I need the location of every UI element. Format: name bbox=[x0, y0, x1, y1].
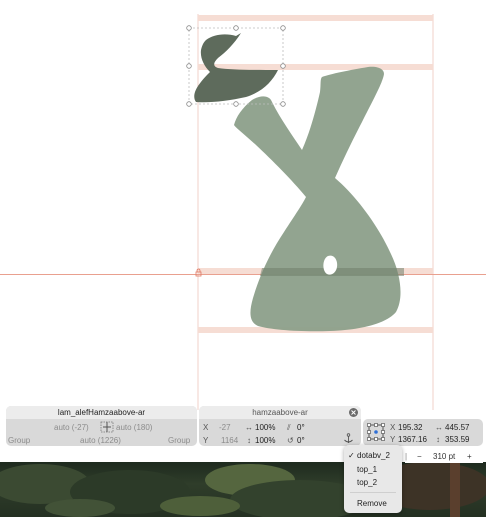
zoom-out-button[interactable]: − bbox=[417, 451, 422, 463]
transform-x-label: X bbox=[390, 423, 396, 432]
anchor-menu-check-icon: ✓ bbox=[348, 451, 355, 460]
link-metrics-icon[interactable] bbox=[100, 421, 114, 435]
scale-x-icon: ↔ bbox=[245, 423, 253, 432]
component-y-value[interactable]: 1164 bbox=[221, 436, 238, 445]
zoom-level[interactable]: 310 pt bbox=[433, 451, 455, 463]
desktop-background bbox=[0, 462, 486, 517]
transform-height-value[interactable]: 353.59 bbox=[445, 435, 469, 444]
transform-y-label: Y bbox=[390, 435, 396, 444]
anchor-menu: ✓ dotabv_2 top_1 top_2 Remove bbox=[344, 445, 402, 513]
glyph-name[interactable]: lam_alefHamzaabove-ar bbox=[6, 406, 197, 419]
slant-value[interactable]: 0° bbox=[297, 423, 305, 432]
right-group-label[interactable]: Group bbox=[168, 436, 190, 445]
component-x-value[interactable]: -27 bbox=[219, 423, 231, 432]
bounding-box-icon[interactable] bbox=[366, 422, 386, 444]
zoom-in-button[interactable]: + bbox=[467, 451, 472, 463]
cap-height-metric-band bbox=[198, 64, 433, 70]
left-group-label[interactable]: Group bbox=[8, 436, 30, 445]
anchor-menu-remove[interactable]: Remove bbox=[357, 499, 387, 508]
close-icon[interactable] bbox=[349, 408, 358, 419]
lam-alef-outline[interactable] bbox=[234, 66, 401, 332]
component-y-label: Y bbox=[203, 436, 209, 445]
height-icon: ↕ bbox=[436, 435, 440, 444]
zoombar-divider: | bbox=[405, 452, 408, 461]
scale-x-value[interactable]: 100% bbox=[255, 423, 275, 432]
transform-y-value[interactable]: 1367.16 bbox=[398, 435, 427, 444]
left-sidebearing-value[interactable]: auto (-27) bbox=[54, 423, 89, 432]
right-sidebearing-value[interactable]: auto (180) bbox=[116, 423, 152, 432]
anchor-menu-item-dotabv-2[interactable]: dotabv_2 bbox=[357, 451, 390, 460]
advance-width-value[interactable]: auto (1226) bbox=[80, 436, 121, 445]
zoom-control: | − 310 pt + bbox=[405, 451, 483, 463]
glyph-info-panel: lam_alefHamzaabove-ar auto (-27) auto (1… bbox=[6, 406, 197, 446]
transform-x-value[interactable]: 195.32 bbox=[398, 423, 422, 432]
slant-icon: ⫽ bbox=[287, 423, 291, 432]
glyph-canvas[interactable] bbox=[0, 0, 486, 462]
component-info-panel: hamzaabove-ar X -27 ↔ 100% ⫽ 0° Y 1164 ↕… bbox=[199, 406, 361, 446]
component-x-label: X bbox=[203, 423, 209, 432]
transform-width-value[interactable]: 445.57 bbox=[445, 423, 469, 432]
anchor-menu-item-top-1[interactable]: top_1 bbox=[357, 465, 377, 474]
ascender-metric-band bbox=[198, 15, 433, 21]
scale-y-value[interactable]: 100% bbox=[255, 436, 275, 445]
menu-separator bbox=[350, 492, 396, 493]
anchor-menu-item-top-2[interactable]: top_2 bbox=[357, 478, 377, 487]
foliage-image bbox=[0, 462, 486, 517]
transform-panel: X 195.32 ↔ 445.57 Y 1367.16 ↕ 353.59 bbox=[363, 419, 483, 446]
glyph-canvas-svg[interactable] bbox=[0, 0, 486, 462]
rotation-value[interactable]: 0° bbox=[297, 436, 305, 445]
scale-y-icon: ↕ bbox=[247, 436, 251, 445]
width-icon: ↔ bbox=[435, 423, 443, 432]
rotation-icon: ↺ bbox=[287, 436, 294, 445]
component-name[interactable]: hamzaabove-ar bbox=[199, 406, 361, 419]
